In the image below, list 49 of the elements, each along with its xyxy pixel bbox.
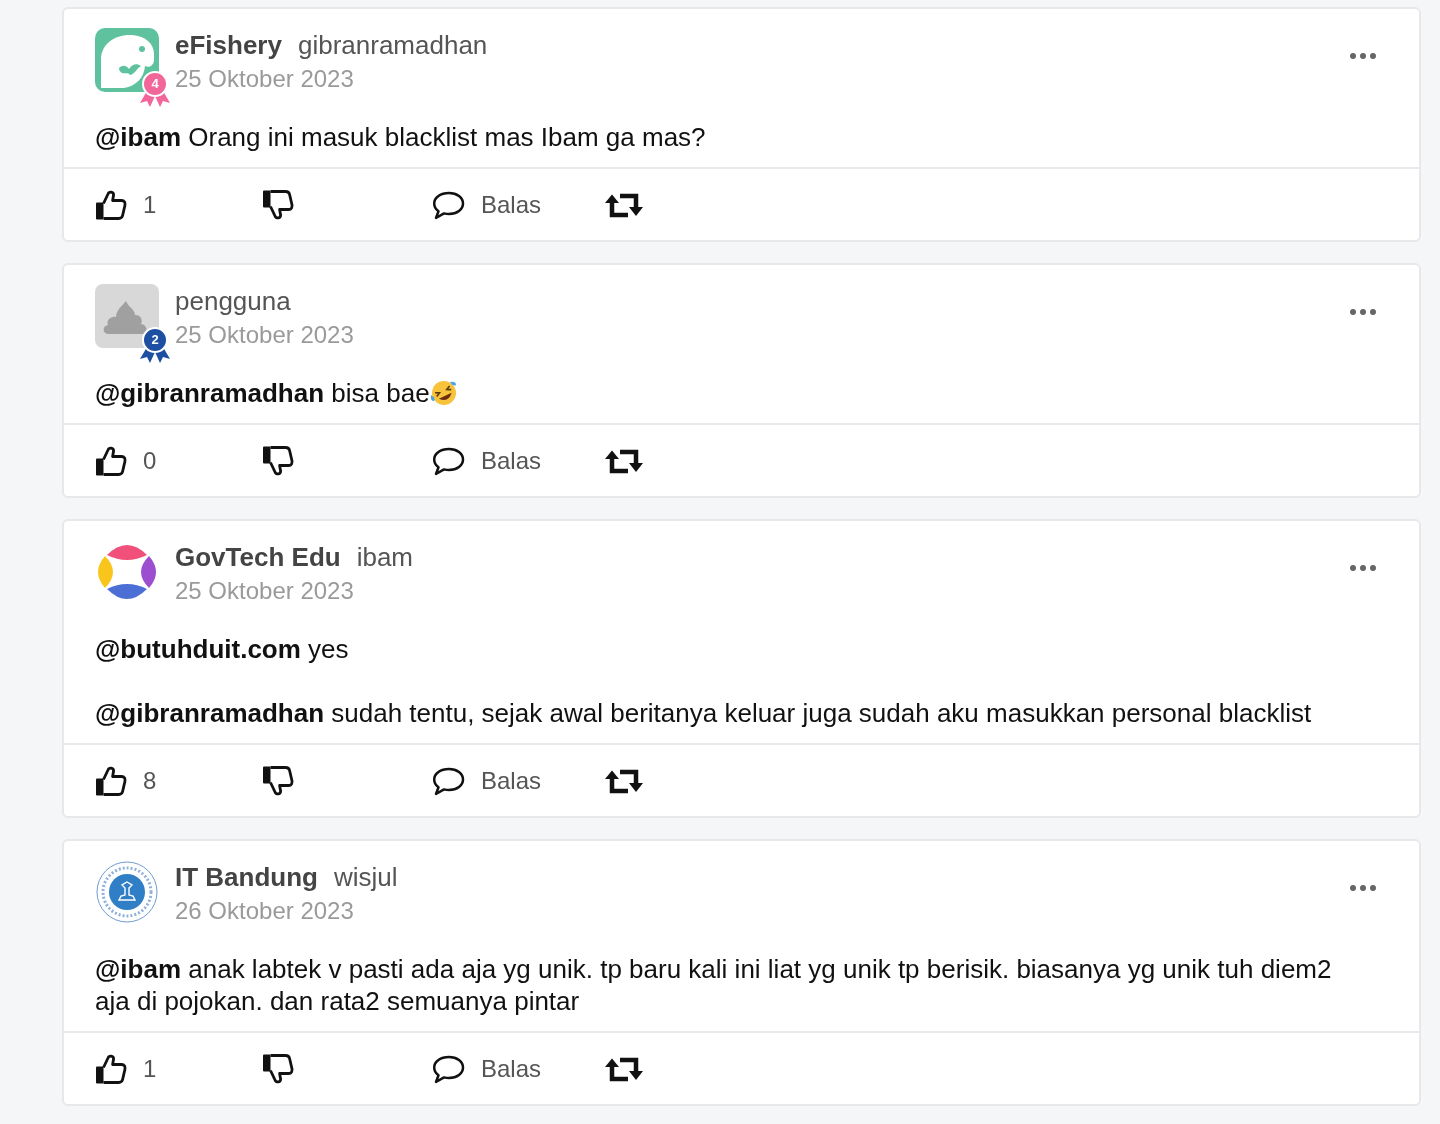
thumbs-down-icon bbox=[262, 1052, 294, 1085]
speech-bubble-icon bbox=[431, 765, 465, 796]
thumbs-down-icon bbox=[262, 188, 294, 221]
reply-button[interactable]: Balas bbox=[431, 764, 542, 797]
speech-bubble-icon bbox=[431, 1053, 465, 1084]
like-button[interactable]: 0 bbox=[95, 444, 157, 477]
username[interactable]: wisjul bbox=[334, 860, 398, 894]
dislike-button[interactable] bbox=[262, 444, 294, 477]
dislike-button[interactable] bbox=[262, 188, 294, 221]
organization-name: IT Bandung bbox=[175, 861, 318, 894]
username[interactable]: ibam bbox=[356, 540, 413, 574]
organization-name: GovTech Edu bbox=[175, 541, 341, 574]
post-date: 25 Oktober 2023 bbox=[175, 320, 354, 350]
post-date: 25 Oktober 2023 bbox=[175, 576, 354, 606]
speech-bubble-icon bbox=[431, 189, 465, 220]
speech-bubble-icon bbox=[431, 445, 465, 476]
thumbs-up-icon bbox=[95, 764, 127, 797]
like-button[interactable]: 8 bbox=[95, 764, 157, 797]
comment-text: @ibam Orang ini masuk blacklist mas Ibam ga mas? bbox=[95, 122, 706, 152]
dislike-button[interactable] bbox=[262, 1052, 294, 1085]
post-date: 25 Oktober 2023 bbox=[175, 64, 354, 94]
reply-button[interactable]: Balas bbox=[431, 444, 542, 477]
default-avatar bbox=[95, 284, 159, 348]
comment-text: @gibranramadhan bisa bae bbox=[95, 378, 430, 408]
comment-text: @butuhduit.com yes bbox=[95, 634, 349, 664]
thumbs-up-icon bbox=[95, 1052, 127, 1085]
more-icon bbox=[1350, 309, 1376, 315]
thumbs-down-icon bbox=[262, 764, 294, 797]
comment-text: @ibam anak labtek v pasti ada aja yg unik. tp baru kali ini liat yg unik tp berisik. biasanya yg unik tuh diem2 aja di pojokan. dan rata2 semuanya pintar bbox=[95, 954, 1332, 1016]
reply-button[interactable]: Balas bbox=[431, 1052, 542, 1085]
thumbs-down-icon bbox=[262, 444, 294, 477]
dislike-button[interactable] bbox=[262, 764, 294, 797]
post-date: 26 Oktober 2023 bbox=[175, 896, 354, 926]
username[interactable]: gibranramadhan bbox=[297, 28, 488, 62]
more-icon bbox=[1350, 565, 1376, 571]
like-button[interactable]: 1 bbox=[95, 188, 157, 221]
thumbs-up-icon bbox=[95, 444, 127, 477]
rank-badge: 2 bbox=[137, 326, 173, 364]
seal-logo-avatar bbox=[95, 860, 159, 924]
thumbs-up-icon bbox=[95, 188, 127, 221]
more-icon bbox=[1350, 53, 1376, 59]
comment-text: @gibranramadhan sudah tentu, sejak awal beritanya keluar juga sudah aku masukkan personal blacklist bbox=[95, 698, 1312, 728]
reply-button[interactable]: Balas bbox=[431, 188, 542, 221]
fish-logo-avatar bbox=[95, 28, 159, 92]
like-button[interactable]: 1 bbox=[95, 1052, 157, 1085]
more-icon bbox=[1350, 885, 1376, 891]
organization-name: eFishery bbox=[175, 29, 282, 62]
username[interactable]: pengguna bbox=[175, 284, 291, 318]
rank-badge: 4 bbox=[137, 70, 173, 108]
